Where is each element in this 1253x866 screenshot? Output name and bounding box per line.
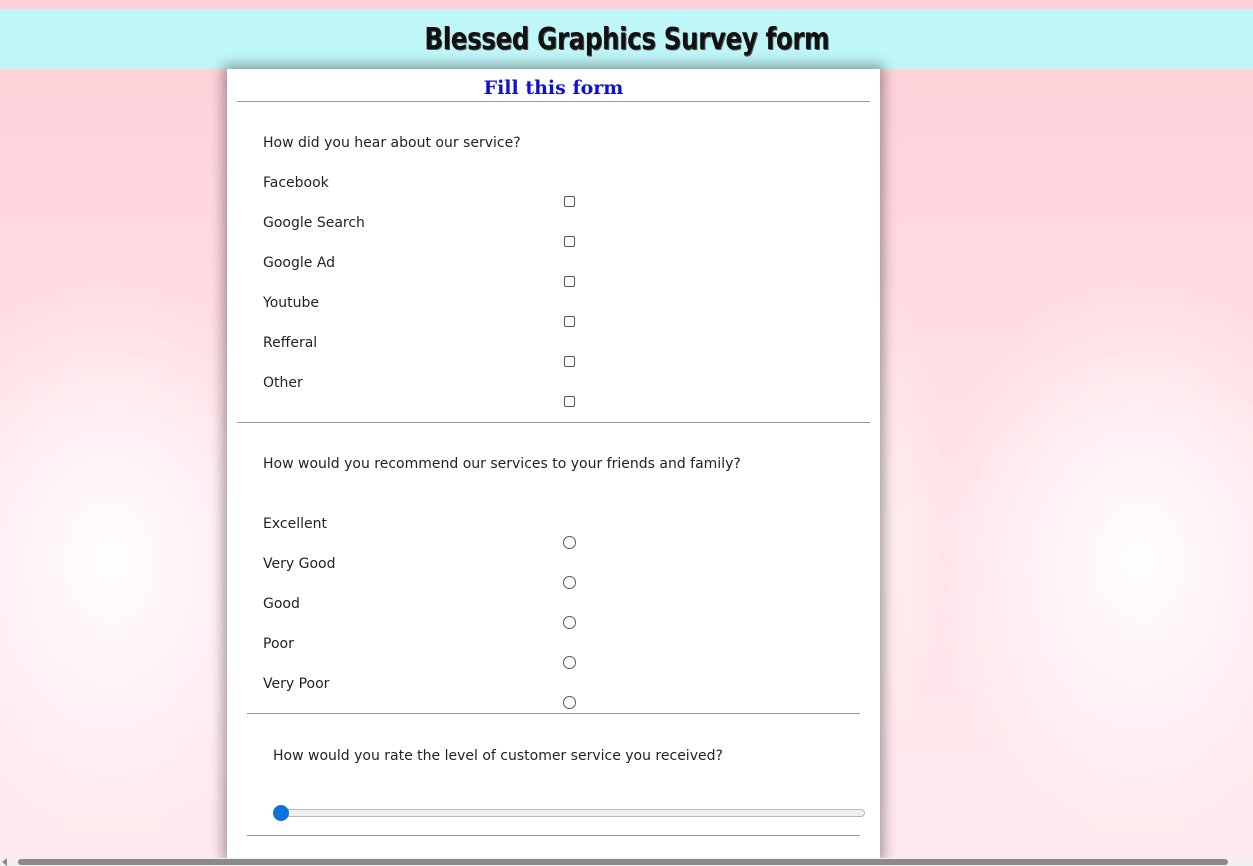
recommend-question: How would you recommend our services to … xyxy=(263,456,741,472)
radio-excellent[interactable] xyxy=(563,536,576,549)
radio-very-good[interactable] xyxy=(563,576,576,589)
checkbox-facebook[interactable] xyxy=(564,196,575,207)
option-label-refferal: Refferal xyxy=(263,335,318,351)
customer-service-question: How would you rate the level of customer… xyxy=(273,748,723,764)
page-title: Blessed Graphics Survey form xyxy=(424,21,829,57)
checkbox-other[interactable] xyxy=(564,396,575,407)
customer-service-slider[interactable] xyxy=(276,809,865,817)
horizontal-scrollbar[interactable] xyxy=(0,858,1253,866)
divider xyxy=(247,713,860,714)
scroll-left-arrow-icon[interactable] xyxy=(2,858,7,866)
scrollbar-thumb[interactable] xyxy=(18,859,1228,865)
option-label-youtube: Youtube xyxy=(263,295,319,311)
divider xyxy=(237,422,870,423)
survey-form-card: Fill this form How did you hear about ou… xyxy=(227,69,880,859)
option-label-good: Good xyxy=(263,596,300,612)
divider xyxy=(247,835,860,836)
form-subtitle: Fill this form xyxy=(483,77,624,99)
page-header: Blessed Graphics Survey form xyxy=(0,9,1253,69)
option-label-google-ad: Google Ad xyxy=(263,255,336,271)
checkbox-google-ad[interactable] xyxy=(564,276,575,287)
option-label-excellent: Excellent xyxy=(263,516,327,532)
divider xyxy=(237,101,870,102)
slider-thumb[interactable] xyxy=(273,805,289,821)
option-label-facebook: Facebook xyxy=(263,175,329,191)
checkbox-refferal[interactable] xyxy=(564,356,575,367)
radio-good[interactable] xyxy=(563,616,576,629)
hear-about-question: How did you hear about our service? xyxy=(263,135,521,151)
option-label-very-poor: Very Poor xyxy=(263,676,330,692)
checkbox-youtube[interactable] xyxy=(564,316,575,327)
option-label-other: Other xyxy=(263,375,303,391)
checkbox-google-search[interactable] xyxy=(564,236,575,247)
radio-very-poor[interactable] xyxy=(563,696,576,709)
radio-poor[interactable] xyxy=(563,656,576,669)
option-label-poor: Poor xyxy=(263,636,294,652)
option-label-very-good: Very Good xyxy=(263,556,336,572)
option-label-google-search: Google Search xyxy=(263,215,365,231)
